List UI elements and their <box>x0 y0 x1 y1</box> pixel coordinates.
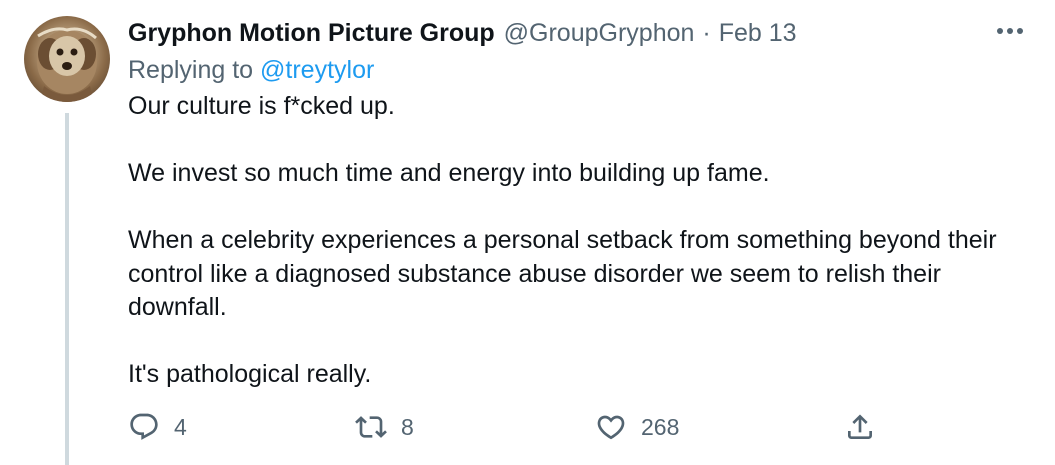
tweet-paragraph: When a celebrity experiences a personal … <box>128 226 997 321</box>
tweet-date[interactable]: Feb 13 <box>719 19 797 48</box>
action-bar: 4 8 268 <box>128 405 888 449</box>
share-icon <box>848 414 872 439</box>
thread-line <box>65 113 69 465</box>
like-count: 268 <box>641 413 680 440</box>
author-handle[interactable]: @GroupGryphon <box>504 19 695 48</box>
reply-button[interactable]: 4 <box>128 405 187 449</box>
replying-to-mention[interactable]: @treytylor <box>260 56 374 84</box>
avatar-image <box>37 27 97 102</box>
replying-to: Replying to @treytylor <box>128 54 374 86</box>
tweet-paragraph: We invest so much time and energy into b… <box>128 159 770 187</box>
heart-icon <box>597 415 625 440</box>
tweet-header: Gryphon Motion Picture Group @GroupGryph… <box>128 14 797 52</box>
tweet[interactable]: Gryphon Motion Picture Group @GroupGryph… <box>0 0 1055 465</box>
replying-to-label: Replying to <box>128 56 254 84</box>
retweet-count: 8 <box>401 413 414 440</box>
tweet-text: Our culture is f*cked up. We invest so m… <box>128 90 1033 392</box>
like-button[interactable]: 268 <box>595 405 679 449</box>
more-options-button[interactable] <box>993 14 1027 48</box>
reply-count: 4 <box>174 413 187 440</box>
retweet-button[interactable]: 8 <box>355 405 414 449</box>
share-button[interactable] <box>844 405 876 449</box>
avatar[interactable] <box>24 16 110 102</box>
retweet-icon <box>355 416 387 438</box>
tweet-paragraph: It's pathological really. <box>128 360 372 388</box>
more-horizontal-icon <box>997 28 1023 34</box>
reply-icon <box>130 413 158 440</box>
tweet-paragraph: Our culture is f*cked up. <box>128 92 395 120</box>
author-display-name[interactable]: Gryphon Motion Picture Group <box>128 19 495 48</box>
separator-dot: · <box>702 18 711 47</box>
